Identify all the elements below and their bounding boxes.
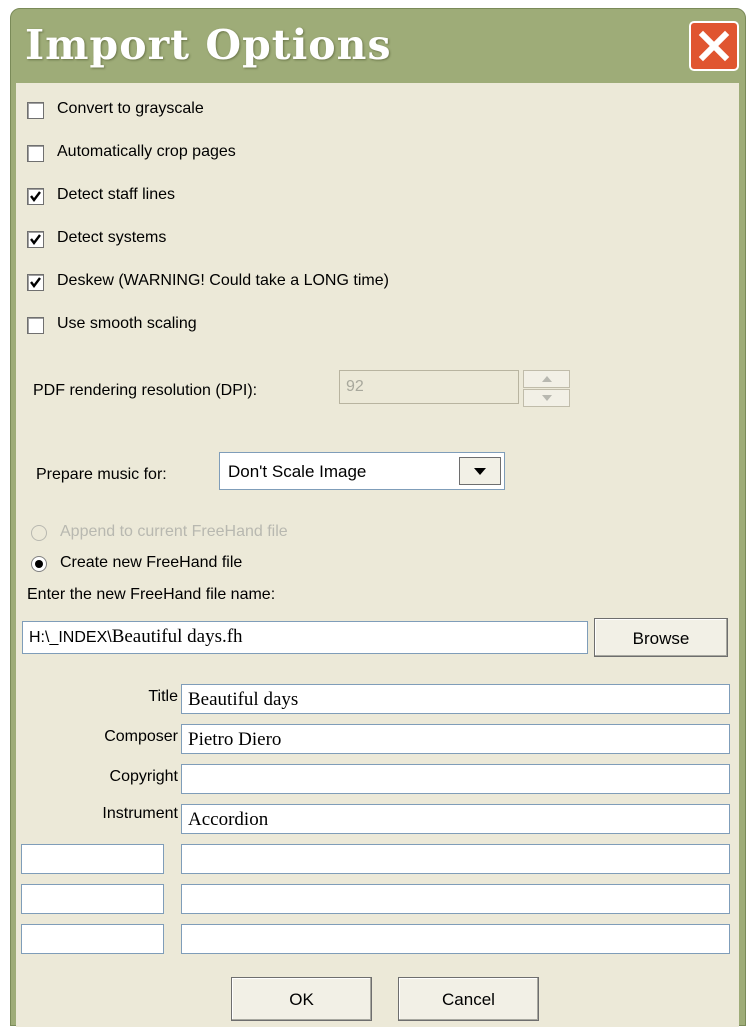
dropdown-button[interactable] [459,457,501,485]
append-radio[interactable] [31,525,47,541]
title-input[interactable]: Beautiful days [181,684,730,714]
checkmark-icon [30,277,41,288]
custom-key-input-1[interactable] [21,844,164,874]
dpi-spinner[interactable] [523,370,570,408]
create-new-label: Create new FreeHand file [60,554,243,571]
spin-down-button[interactable] [523,389,570,407]
dialog-body: Convert to grayscale Automatically crop … [16,83,739,1027]
filename-label: Enter the new FreeHand file name: [27,586,276,603]
ok-button[interactable]: OK [231,977,372,1021]
deskew-checkbox[interactable] [27,274,44,291]
instrument-input[interactable]: Accordion [181,804,730,834]
smooth-scaling-label: Use smooth scaling [57,315,197,332]
autocrop-label: Automatically crop pages [57,143,236,160]
dialog-title: Import Options [25,21,392,69]
copyright-label: Copyright [109,768,178,785]
custom-value-input-2[interactable] [181,884,730,914]
prepare-select[interactable]: Don't Scale Image [219,452,505,490]
checkmark-icon [30,191,41,202]
title-label: Title [148,688,178,705]
close-button[interactable] [689,21,739,71]
custom-value-input-3[interactable] [181,924,730,954]
copyright-input[interactable] [181,764,730,794]
create-new-radio[interactable] [31,556,47,572]
browse-button[interactable]: Browse [594,618,728,657]
composer-label: Composer [104,728,178,745]
spin-up-button[interactable] [523,370,570,388]
composer-input[interactable]: Pietro Diero [181,724,730,754]
grayscale-checkbox[interactable] [27,102,44,119]
grayscale-label: Convert to grayscale [57,100,204,117]
cancel-button[interactable]: Cancel [398,977,539,1021]
systems-checkbox[interactable] [27,231,44,248]
chevron-down-icon [474,468,486,475]
prepare-label: Prepare music for: [36,466,167,483]
prepare-selected-value: Don't Scale Image [228,462,367,481]
deskew-label: Deskew (WARNING! Could take a LONG time) [57,272,389,289]
systems-label: Detect systems [57,229,167,246]
filename-input[interactable]: H:\_INDEX\Beautiful days.fh [22,621,588,654]
chevron-up-icon [542,376,552,382]
filename-path-prefix: H:\_INDEX\ [29,629,112,646]
custom-key-input-2[interactable] [21,884,164,914]
title-bar[interactable]: Import Options [11,9,745,83]
filename-name: Beautiful days.fh [111,626,243,647]
append-label: Append to current FreeHand file [60,523,288,540]
instrument-label: Instrument [102,805,178,822]
close-icon [698,30,730,62]
staff-lines-label: Detect staff lines [57,186,175,203]
pdf-resolution-input[interactable]: 92 [339,370,519,404]
autocrop-checkbox[interactable] [27,145,44,162]
checkmark-icon [30,234,41,245]
chevron-down-icon [542,395,552,401]
custom-key-input-3[interactable] [21,924,164,954]
smooth-scaling-checkbox[interactable] [27,317,44,334]
custom-value-input-1[interactable] [181,844,730,874]
import-options-dialog: Import Options Convert to grayscale Auto… [10,8,746,1027]
pdf-resolution-label: PDF rendering resolution (DPI): [33,382,258,399]
radio-selected-dot [35,560,43,568]
staff-lines-checkbox[interactable] [27,188,44,205]
